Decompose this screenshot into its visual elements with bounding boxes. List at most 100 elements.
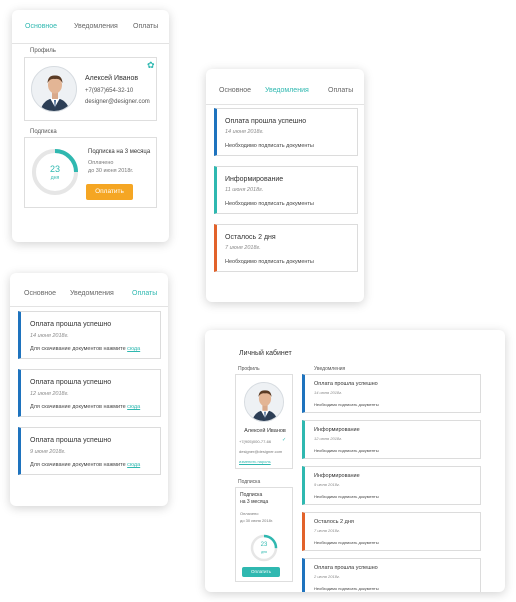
tab-main[interactable]: Основное	[25, 23, 57, 30]
notification-message: Необходимо подписать документы	[225, 259, 314, 265]
days-unit: дня	[50, 175, 60, 181]
notification-date: 14 июня 2018г.	[225, 129, 264, 135]
notification-title: Оплата прошла успешно	[225, 118, 307, 125]
notification-item[interactable]: Осталось 2 дня 7 июня 2018г. Необходимо …	[302, 512, 481, 551]
tab-bar: Основное Уведомления Оплаты	[206, 69, 364, 105]
days-progress-ring	[250, 534, 278, 562]
profile-section-label: Профиль	[30, 48, 56, 54]
notification-item[interactable]: Оплата прошла успешно 14 июня 2018г. Нео…	[214, 108, 358, 156]
payment-title: Оплата прошла успешно	[30, 437, 112, 444]
notification-date: 14 июня 2018г.	[314, 390, 343, 395]
notifications-card: Основное Уведомления Оплаты Оплата прошл…	[206, 69, 364, 302]
profile-name: Алексей Иванов	[85, 75, 139, 82]
tab-bar: Основное Уведомления Оплаты	[12, 10, 169, 44]
notifications-section-label: Уведомления	[314, 366, 346, 372]
notification-date: 9 июня 2018г.	[314, 482, 340, 487]
subscription-plan-line2: на 3 месяца	[240, 499, 269, 505]
notification-title: Оплата прошла успешно	[314, 565, 378, 571]
profile-name: Алексей Иванов	[244, 428, 286, 434]
notification-message: Необходимо подписать документы	[314, 586, 379, 591]
notification-item[interactable]: Осталось 2 дня 7 июня 2018г. Необходимо …	[214, 224, 358, 272]
profile-email: designer@designer.com	[239, 449, 283, 454]
paid-until: до 30 июня 2018г.	[240, 518, 273, 523]
notification-date: 11 июня 2018г.	[225, 187, 264, 193]
subscription-box: 23 дня Подписка на 3 месяца Оплачено до …	[24, 137, 157, 208]
check-icon: ✓	[282, 437, 287, 443]
avatar	[31, 66, 77, 112]
tab-notifications[interactable]: Уведомления	[70, 290, 114, 297]
notification-title: Информирование	[225, 176, 284, 183]
payment-message: Для скачивание документов нажмите сюда	[30, 404, 140, 410]
download-link[interactable]: сюда	[127, 346, 140, 352]
payment-message: Для скачивание документов нажмите сюда	[30, 346, 140, 352]
subscription-section-label: Подписка	[30, 129, 57, 135]
notification-title: Осталось 2 дня	[314, 519, 354, 525]
profile-box: Алексей Иванов +7(987)654-32-10 designer…	[24, 57, 157, 121]
gear-icon[interactable]: ✿	[147, 60, 155, 71]
payment-message-text: Для скачивание документов нажмите	[30, 346, 126, 352]
profile-card: Основное Уведомления Оплаты Профиль Алек…	[12, 10, 169, 242]
paid-label: Оплачено	[240, 511, 259, 516]
avatar	[244, 382, 284, 422]
days-count: 23	[260, 542, 268, 548]
subscription-plan-line1: Подписка	[240, 492, 263, 498]
notification-title: Осталось 2 дня	[225, 234, 276, 241]
notification-message: Необходимо подписать документы	[225, 201, 314, 207]
notification-date: 7 июня 2018г.	[314, 528, 340, 533]
subscription-box: Подписка на 3 месяца Оплачено до 30 июня…	[235, 487, 293, 582]
notification-message: Необходимо подписать документы	[314, 402, 379, 407]
notification-title: Оплата прошла успешно	[314, 381, 378, 387]
payment-title: Оплата прошла успешно	[30, 321, 112, 328]
paid-until: до 30 июня 2018г.	[88, 168, 134, 174]
profile-section-label: Профиль	[238, 366, 260, 372]
notification-message: Необходимо подписать документы	[314, 494, 379, 499]
tab-main[interactable]: Основное	[219, 87, 251, 94]
notification-item[interactable]: Информирование 12 июня 2018г. Необходимо…	[302, 420, 481, 459]
tab-payments[interactable]: Оплаты	[133, 23, 158, 30]
tab-payments[interactable]: Оплаты	[132, 290, 157, 297]
desktop-dashboard: Личный кабинет Профиль Уведомления Алекс…	[205, 330, 505, 592]
notification-title: Информирование	[314, 473, 360, 479]
download-link[interactable]: сюда	[127, 404, 140, 410]
pay-button[interactable]: Оплатить	[86, 184, 133, 200]
days-unit: дня	[261, 550, 267, 554]
payment-message: Для скачивание документов нажмите сюда	[30, 462, 140, 468]
profile-phone: +7(905)000-77-66	[239, 439, 272, 444]
notification-item[interactable]: Оплата прошла успешно 14 июня 2018г. Нео…	[302, 374, 481, 413]
subscription-section-label: Подписка	[238, 479, 261, 485]
change-password-link[interactable]: изменить пароль	[239, 459, 271, 464]
profile-box: Алексей Иванов +7(905)000-77-66 ✓ design…	[235, 374, 293, 469]
notification-item[interactable]: Информирование 9 июня 2018г. Необходимо …	[302, 466, 481, 505]
notification-message: Необходимо подписать документы	[225, 143, 314, 149]
payment-item: Оплата прошла успешно 12 июня 2018г. Для…	[18, 369, 161, 417]
payment-message-text: Для скачивание документов нажмите	[30, 462, 126, 468]
notification-date: 2 июня 2018г.	[314, 574, 340, 579]
download-link[interactable]: сюда	[127, 462, 140, 468]
pay-button[interactable]: Оплатить	[242, 567, 280, 577]
subscription-plan: Подписка на 3 месяца	[88, 149, 151, 155]
payment-title: Оплата прошла успешно	[30, 379, 112, 386]
notification-item[interactable]: Информирование 11 июня 2018г. Необходимо…	[214, 166, 358, 214]
days-count: 23	[49, 164, 60, 174]
paid-label: Оплачено	[88, 160, 114, 166]
payment-date: 12 июня 2018г.	[30, 391, 69, 397]
notification-title: Информирование	[314, 427, 360, 433]
payment-item: Оплата прошла успешно 14 июня 2018г. Для…	[18, 311, 161, 359]
payment-item: Оплата прошла успешно 9 июня 2018г. Для …	[18, 427, 161, 475]
profile-phone: +7(987)654-32-10	[85, 88, 134, 94]
tab-notifications[interactable]: Уведомления	[74, 23, 118, 30]
tab-payments[interactable]: Оплаты	[328, 87, 353, 94]
tab-main[interactable]: Основное	[24, 290, 56, 297]
page-title: Личный кабинет	[239, 350, 292, 357]
tab-notifications[interactable]: Уведомления	[265, 87, 309, 94]
payments-card: Основное Уведомления Оплаты Оплата прошл…	[10, 273, 168, 506]
tab-bar: Основное Уведомления Оплаты	[10, 273, 168, 307]
notification-date: 7 июня 2018г.	[225, 245, 261, 251]
notification-message: Необходимо подписать документы	[314, 448, 379, 453]
payment-message-text: Для скачивание документов нажмите	[30, 404, 126, 410]
payment-date: 14 июня 2018г.	[30, 333, 69, 339]
payment-date: 9 июня 2018г.	[30, 449, 66, 455]
notification-item[interactable]: Оплата прошла успешно 2 июня 2018г. Необ…	[302, 558, 481, 592]
notification-message: Необходимо подписать документы	[314, 540, 379, 545]
profile-email: designer@designer.com	[85, 99, 150, 105]
